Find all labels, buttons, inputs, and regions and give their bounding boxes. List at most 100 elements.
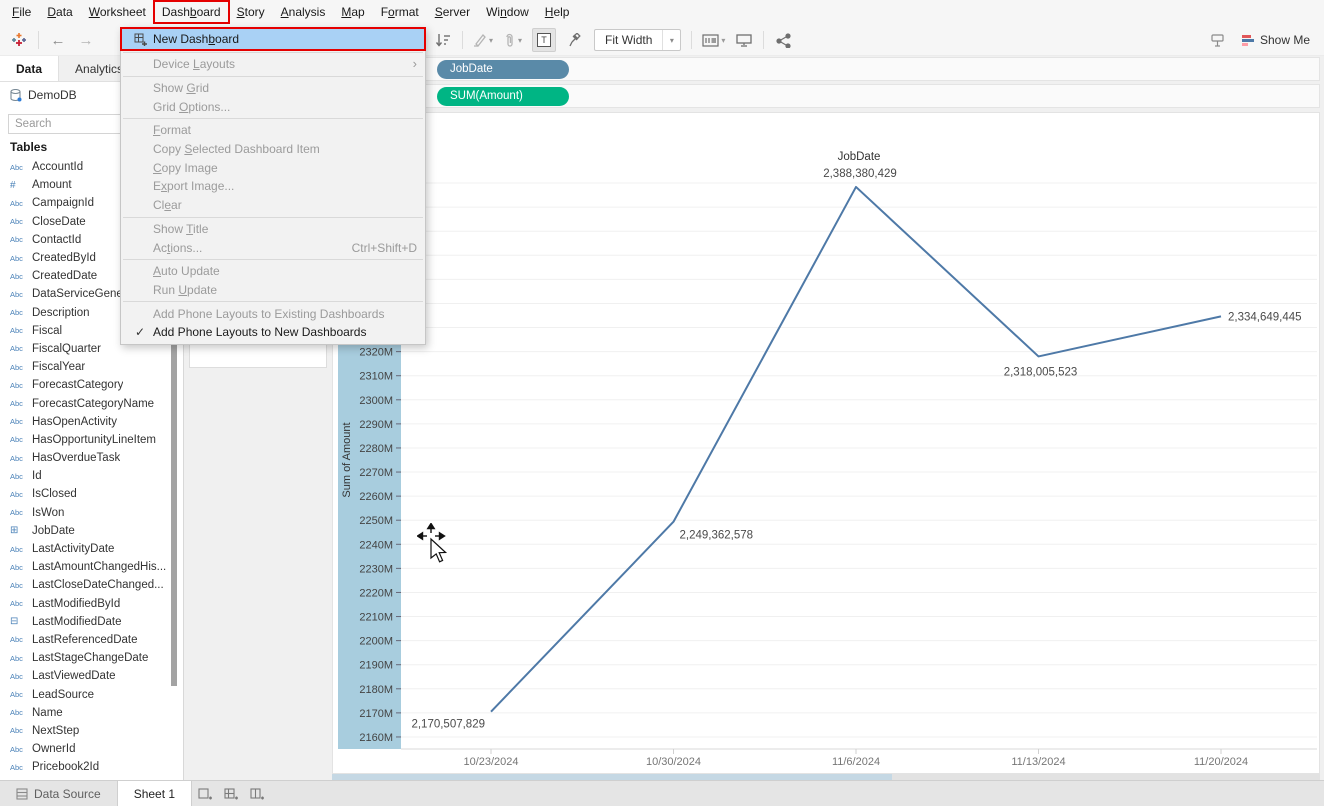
field-item-nextstep[interactable]: AbcNextStep xyxy=(0,722,183,740)
field-item-lastmodifieddate[interactable]: ⊟LastModifiedDate xyxy=(0,613,183,631)
field-item-lastreferenceddate[interactable]: AbcLastReferencedDate xyxy=(0,631,183,649)
menu-item-show-grid: Show Grid xyxy=(121,79,425,98)
field-item-pricebook2id[interactable]: AbcPricebook2Id xyxy=(0,758,183,776)
data-source-icon xyxy=(16,788,28,800)
sidebar-scrollbar[interactable] xyxy=(171,296,177,686)
trend-line[interactable] xyxy=(491,187,1221,712)
menubar-item-dashboard[interactable]: Dashboard xyxy=(154,1,229,23)
fit-selector[interactable]: Fit Width ▾ xyxy=(594,29,681,51)
field-item-name[interactable]: AbcName xyxy=(0,704,183,722)
field-item-leadsource[interactable]: AbcLeadSource xyxy=(0,685,183,703)
menubar-item-data[interactable]: Data xyxy=(39,1,80,23)
menu-item-label: Auto Update xyxy=(153,264,417,278)
new-story-button[interactable] xyxy=(244,781,270,806)
y-tick-label: 2300M xyxy=(359,395,393,407)
dashboard-menu: New DashboardDevice Layouts›Show GridGri… xyxy=(120,27,426,345)
field-item-hasopportunitylineitem[interactable]: AbcHasOpportunityLineItem xyxy=(0,431,183,449)
y-tick-label: 2200M xyxy=(359,636,393,648)
menubar-item-worksheet[interactable]: Worksheet xyxy=(81,1,154,23)
sort-descending-button[interactable] xyxy=(434,28,452,52)
rows-shelf[interactable]: SUM(Amount) xyxy=(332,84,1320,108)
menu-item-add-phone-layouts-to-new-dashboards[interactable]: ✓Add Phone Layouts to New Dashboards xyxy=(121,323,425,342)
field-name: FiscalQuarter xyxy=(32,343,101,355)
menubar-item-format[interactable]: Format xyxy=(373,1,427,23)
presentation-mode-button[interactable] xyxy=(735,28,753,52)
show-hide-cards-button[interactable]: ▾ xyxy=(702,28,725,52)
columns-shelf[interactable]: JobDate xyxy=(332,57,1320,81)
rows-pill[interactable]: SUM(Amount) xyxy=(437,87,569,106)
redo-button[interactable]: → xyxy=(77,28,95,52)
menu-item-label: Clear xyxy=(153,198,417,212)
menubar-item-map[interactable]: Map xyxy=(333,1,372,23)
share-button[interactable] xyxy=(774,28,792,52)
field-item-hasoverduetask[interactable]: AbcHasOverdueTask xyxy=(0,449,183,467)
field-item-forecastcategoryname[interactable]: AbcForecastCategoryName xyxy=(0,394,183,412)
string-field-icon: Abc xyxy=(10,217,32,226)
field-item-forecastcategory[interactable]: AbcForecastCategory xyxy=(0,376,183,394)
field-name: LeadSource xyxy=(32,689,94,701)
field-item-id[interactable]: AbcId xyxy=(0,467,183,485)
tab-data[interactable]: Data xyxy=(0,56,58,81)
menu-item-add-phone-layouts-to-existing-dashboards: Add Phone Layouts to Existing Dashboards xyxy=(121,304,425,323)
columns-pill[interactable]: JobDate xyxy=(437,60,569,79)
field-name: CreatedDate xyxy=(32,270,97,282)
menubar-item-window[interactable]: Window xyxy=(478,1,537,23)
fix-axes-button[interactable] xyxy=(566,28,584,52)
field-item-lastvieweddate[interactable]: AbcLastViewedDate xyxy=(0,667,183,685)
menu-item-export-image: Export Image... xyxy=(121,177,425,196)
field-item-jobdate[interactable]: ⊞JobDate xyxy=(0,522,183,540)
menubar-item-help[interactable]: Help xyxy=(537,1,578,23)
field-name: Fiscal xyxy=(32,325,62,337)
connection-name: DemoDB xyxy=(28,88,77,102)
field-item-lastclosedatechanged[interactable]: AbcLastCloseDateChanged... xyxy=(0,576,183,594)
menu-separator xyxy=(123,52,423,53)
menubar-item-story[interactable]: Story xyxy=(229,1,273,23)
menu-item-label: Grid Options... xyxy=(153,100,417,114)
toolbar-separator xyxy=(38,31,39,49)
chart-view[interactable]: 2160M2170M2180M2190M2200M2210M2220M2230M… xyxy=(332,112,1320,774)
field-item-lastactivitydate[interactable]: AbcLastActivityDate xyxy=(0,540,183,558)
string-field-icon: Abc xyxy=(10,344,32,353)
new-dashboard-button[interactable] xyxy=(218,781,244,806)
field-item-hasopenactivity[interactable]: AbcHasOpenActivity xyxy=(0,413,183,431)
sheet-tab[interactable]: Sheet 1 xyxy=(117,781,192,806)
field-name: LastActivityDate xyxy=(32,543,114,555)
field-item-iswon[interactable]: AbcIsWon xyxy=(0,504,183,522)
field-item-laststagechangedate[interactable]: AbcLastStageChangeDate xyxy=(0,649,183,667)
line-chart[interactable]: 2160M2170M2180M2190M2200M2210M2220M2230M… xyxy=(333,113,1321,775)
menubar-item-analysis[interactable]: Analysis xyxy=(273,1,334,23)
menubar-item-server[interactable]: Server xyxy=(427,1,478,23)
field-name: Pricebook2Id xyxy=(32,761,99,773)
new-worksheet-button[interactable] xyxy=(192,781,218,806)
string-field-icon: Abc xyxy=(10,708,32,717)
menu-item-label: Export Image... xyxy=(153,179,417,193)
menu-item-auto-update: Auto Update xyxy=(121,262,425,281)
field-name: ForecastCategory xyxy=(32,379,123,391)
field-name: LastReferencedDate xyxy=(32,634,137,646)
tooltip-button[interactable] xyxy=(1209,28,1227,52)
field-item-lastmodifiedbyid[interactable]: AbcLastModifiedById xyxy=(0,595,183,613)
menu-item-new-dashboard[interactable]: New Dashboard xyxy=(121,28,425,50)
menu-item-label: Device Layouts xyxy=(153,57,413,71)
menu-item-actions: Actions...Ctrl+Shift+D xyxy=(121,238,425,257)
menu-item-label: Show Grid xyxy=(153,81,417,95)
field-item-fiscalyear[interactable]: AbcFiscalYear xyxy=(0,358,183,376)
menubar-item-file[interactable]: File xyxy=(4,1,39,23)
date-field-icon: ⊞ xyxy=(10,525,32,536)
bottom-bar: Data Source Sheet 1 xyxy=(0,780,1324,806)
show-me-button[interactable]: Show Me xyxy=(1237,31,1314,49)
field-item-isclosed[interactable]: AbcIsClosed xyxy=(0,485,183,503)
string-field-icon: Abc xyxy=(10,563,32,572)
y-tick-label: 2210M xyxy=(359,612,393,624)
data-source-tab[interactable]: Data Source xyxy=(0,781,117,806)
field-item-ownerid[interactable]: AbcOwnerId xyxy=(0,740,183,758)
menu-separator xyxy=(123,301,423,302)
undo-button[interactable]: ← xyxy=(49,28,67,52)
toolbar-separator xyxy=(763,31,764,49)
chevron-down-icon[interactable]: ▾ xyxy=(662,30,680,50)
show-mark-labels-button[interactable]: T xyxy=(532,28,556,52)
y-tick-label: 2290M xyxy=(359,419,393,431)
string-field-icon: Abc xyxy=(10,199,32,208)
field-name: LastCloseDateChanged... xyxy=(32,579,164,591)
field-item-lastamountchangedhis[interactable]: AbcLastAmountChangedHis... xyxy=(0,558,183,576)
